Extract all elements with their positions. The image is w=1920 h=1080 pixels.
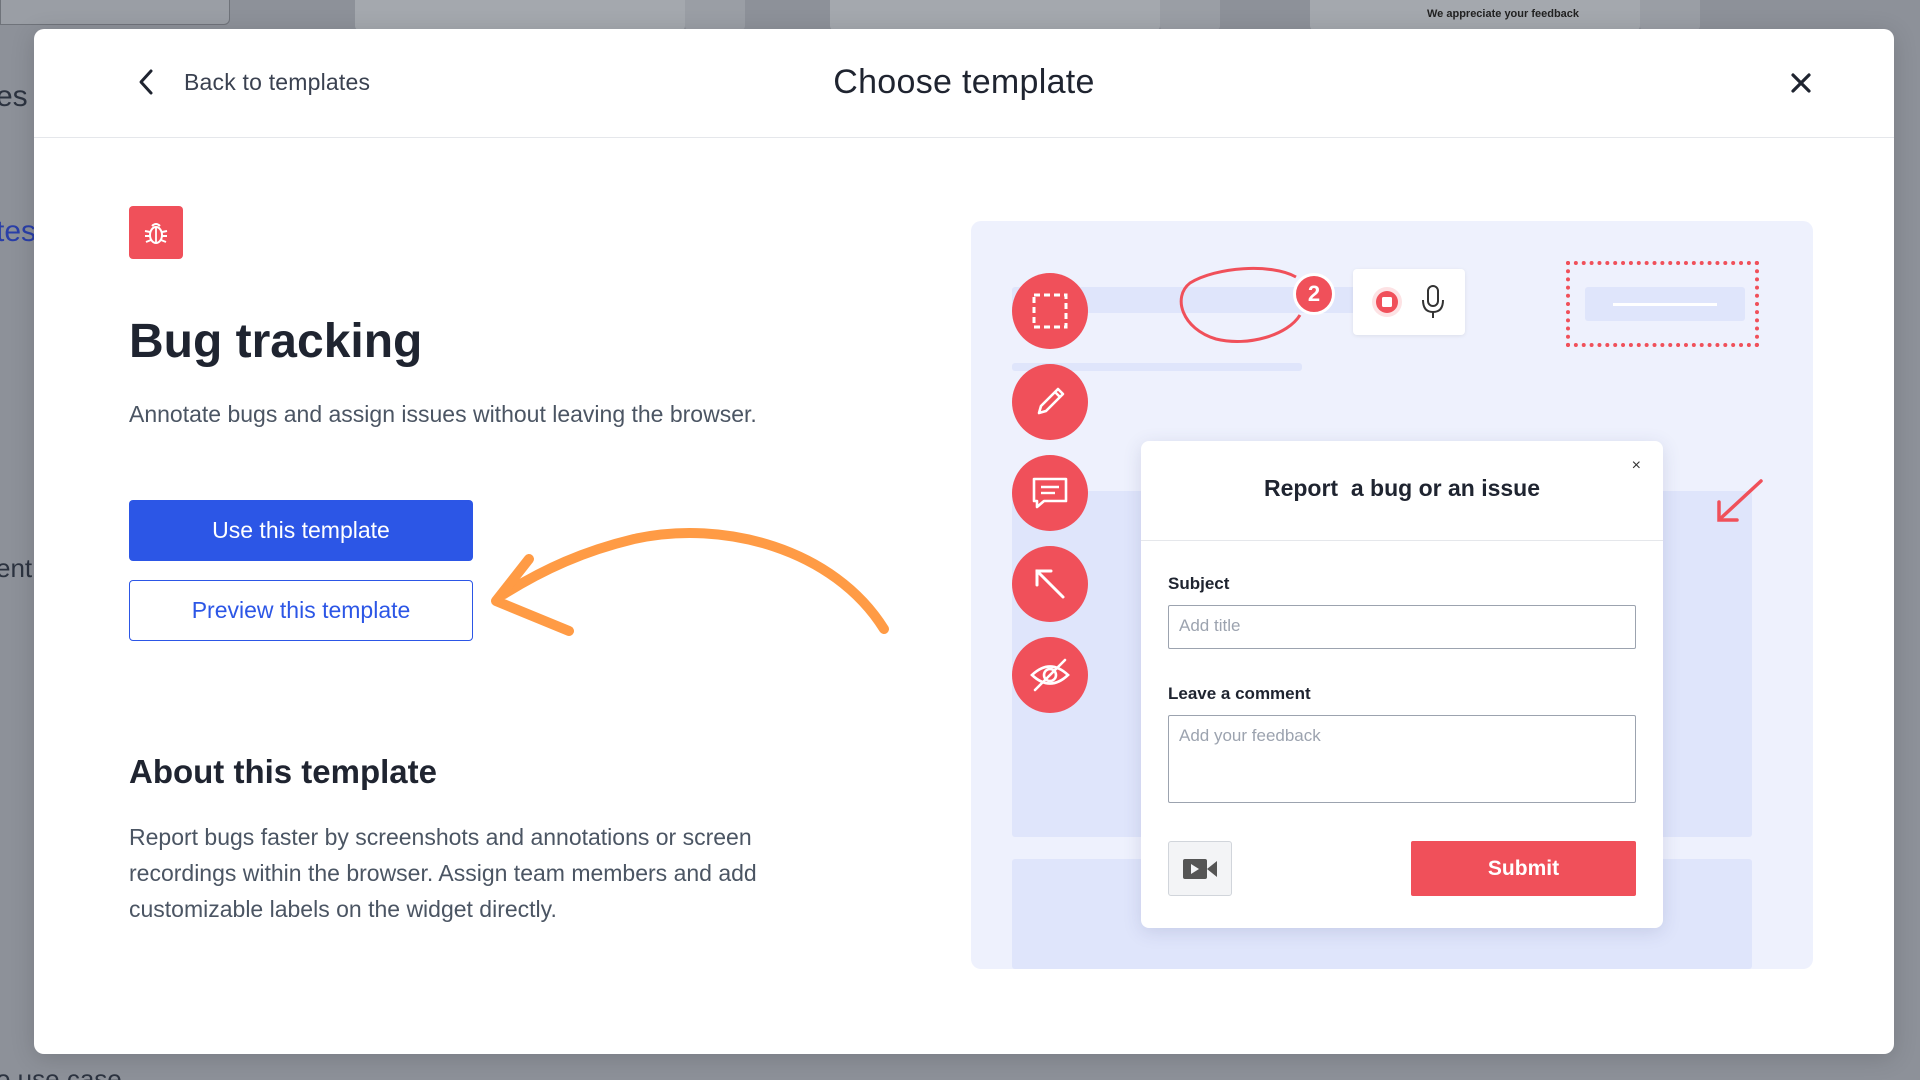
modal-title: Choose template (833, 63, 1095, 101)
curved-arrow-icon (491, 528, 889, 636)
dialog-header: Report a bug or an issue × (1141, 441, 1663, 541)
use-template-button[interactable]: Use this template (129, 500, 473, 561)
video-record-button (1168, 841, 1232, 896)
pencil-icon (1012, 364, 1088, 440)
close-button[interactable] (1783, 65, 1819, 101)
subject-label: Subject (1168, 574, 1230, 593)
recording-controls (1353, 269, 1465, 335)
annotation-count-badge: 2 (1293, 273, 1335, 315)
close-icon (1791, 73, 1811, 93)
background-card (1160, 0, 1220, 30)
video-camera-icon (1183, 858, 1217, 879)
comment-field: Add your feedback (1168, 715, 1636, 803)
modal-header: Back to templates Choose template (34, 29, 1894, 138)
highlighted-element (1585, 287, 1745, 321)
background-card (685, 0, 745, 30)
background-card (830, 0, 1160, 30)
bug-icon (129, 206, 183, 259)
template-preview-illustration: 2 Report a bug or an issue × Subject Add… (971, 221, 1813, 969)
background-text: es (0, 80, 28, 113)
background-text: ent (0, 553, 33, 583)
background-banner-text: We appreciate your feedback (1427, 8, 1580, 20)
about-title: About this template (129, 753, 438, 790)
comment-label: Leave a comment (1168, 684, 1311, 703)
background-text: o use case (0, 1064, 122, 1080)
microphone-icon (1422, 285, 1444, 318)
template-description: Annotate bugs and assign issues without … (129, 401, 757, 427)
submit-button: Submit (1411, 841, 1636, 896)
annotation-circle-icon (1179, 267, 1302, 343)
arrow-icon (1012, 546, 1088, 622)
select-area-icon (1012, 273, 1088, 349)
preview-template-button[interactable]: Preview this template (129, 580, 473, 641)
dialog-title: Report a bug or an issue (1263, 475, 1541, 501)
template-title: Bug tracking (129, 315, 423, 368)
subject-field: Add title (1168, 605, 1636, 649)
report-bug-dialog: Report a bug or an issue × Subject Add t… (1141, 441, 1663, 928)
stop-record-icon (1372, 287, 1402, 317)
background-card (355, 0, 685, 30)
choose-template-modal: Back to templates Choose template Bug tr… (34, 29, 1894, 1054)
selection-highlight (1566, 261, 1759, 347)
comment-icon (1012, 455, 1088, 531)
background-search (0, 0, 230, 25)
hide-icon (1012, 637, 1088, 713)
dialog-close-icon: × (1631, 457, 1641, 474)
about-text: Report bugs faster by screenshots and an… (129, 824, 757, 922)
pointer-arrow-icon (1717, 479, 1763, 522)
background-card (1640, 0, 1700, 30)
background-text: tes (0, 215, 37, 248)
